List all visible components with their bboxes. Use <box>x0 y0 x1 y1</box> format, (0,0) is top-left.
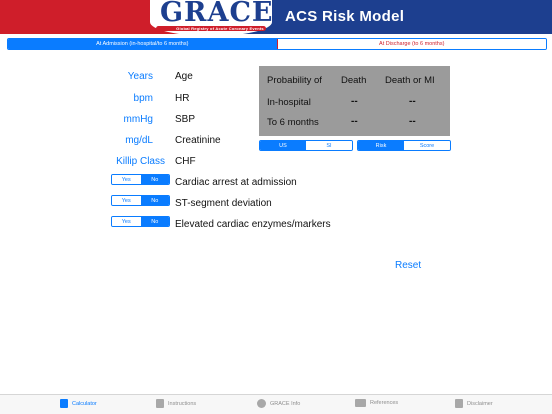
results-header-probability: Probability of <box>267 75 322 86</box>
hr-label: HR <box>175 93 190 104</box>
st-deviation-no[interactable]: No <box>140 196 169 205</box>
tab-grace-info[interactable]: GRACE Info <box>257 399 300 408</box>
bottom-tab-bar: Calculator Instructions GRACE Info Refer… <box>0 394 552 414</box>
results-panel: Probability of Death Death or MI In-hosp… <box>259 66 450 136</box>
cardiac-enzymes-no[interactable]: No <box>140 217 169 226</box>
reset-button[interactable]: Reset <box>395 260 421 271</box>
tab-grace-info-label: GRACE Info <box>270 400 301 407</box>
age-unit-button[interactable]: Years <box>89 71 153 82</box>
tab-references-label: References <box>370 400 399 406</box>
six-months-death-value: -- <box>351 116 358 127</box>
tab-disclaimer-label: Disclaimer <box>467 400 493 407</box>
cardiac-arrest-no[interactable]: No <box>140 175 169 184</box>
logo-subtitle: Global Registry of Acute Coronary Events <box>176 26 264 31</box>
output-risk-option[interactable]: Risk <box>358 141 404 150</box>
results-row-in-hospital: In-hospital <box>267 97 311 108</box>
grace-logo: GRACE <box>160 0 274 28</box>
book-icon <box>355 399 366 407</box>
tab-at-admission[interactable]: At Admission (in-hospital/to 6 months) <box>8 39 277 49</box>
header-blue-band <box>0 0 552 34</box>
cardiac-enzymes-label: Elevated cardiac enzymes/markers <box>175 219 331 230</box>
tab-disclaimer[interactable]: Disclaimer <box>455 399 493 408</box>
age-label: Age <box>175 71 193 82</box>
document-icon <box>156 399 164 408</box>
creatinine-label: Creatinine <box>175 135 221 146</box>
creatinine-unit-button[interactable]: mg/dL <box>89 135 153 146</box>
in-hospital-death-or-mi-value: -- <box>409 96 416 107</box>
mode-segmented-control: At Admission (in-hospital/to 6 months) A… <box>7 38 547 50</box>
results-header-death: Death <box>341 75 367 86</box>
cardiac-arrest-yes[interactable]: Yes <box>112 175 141 184</box>
tab-references[interactable]: References <box>355 399 398 407</box>
cardiac-enzymes-toggle: Yes No <box>111 216 170 227</box>
units-segmented-control: US SI <box>259 140 353 151</box>
cardiac-arrest-toggle: Yes No <box>111 174 170 185</box>
killip-class-button[interactable]: Killip Class <box>101 156 165 167</box>
tab-calculator-label: Calculator <box>72 400 97 407</box>
tab-calculator[interactable]: Calculator <box>60 399 97 408</box>
results-row-to-6-months: To 6 months <box>267 117 319 128</box>
units-si-option[interactable]: SI <box>306 141 352 150</box>
st-deviation-toggle: Yes No <box>111 195 170 206</box>
sbp-label: SBP <box>175 114 196 125</box>
sbp-unit-button[interactable]: mmHg <box>89 114 153 125</box>
output-score-option[interactable]: Score <box>404 141 450 150</box>
six-months-death-or-mi-value: -- <box>409 116 416 127</box>
st-deviation-yes[interactable]: Yes <box>112 196 141 205</box>
chf-label: CHF <box>175 156 196 167</box>
page-title: ACS Risk Model <box>285 8 405 25</box>
st-deviation-label: ST-segment deviation <box>175 198 272 209</box>
cardiac-arrest-label: Cardiac arrest at admission <box>175 177 297 188</box>
app-header: GRACE Global Registry of Acute Coronary … <box>0 0 552 36</box>
hr-unit-button[interactable]: bpm <box>89 93 153 104</box>
tab-instructions[interactable]: Instructions <box>156 399 196 408</box>
results-header-death-or-mi: Death or MI <box>385 75 435 86</box>
cardiac-enzymes-yes[interactable]: Yes <box>112 217 141 226</box>
in-hospital-death-value: -- <box>351 96 358 107</box>
tab-at-discharge[interactable]: At Discharge (to 6 months) <box>276 39 546 49</box>
info-icon <box>257 399 266 408</box>
calculator-icon <box>60 399 68 408</box>
output-segmented-control: Risk Score <box>357 140 451 151</box>
page-icon <box>455 399 463 408</box>
units-us-option[interactable]: US <box>260 141 306 150</box>
tab-instructions-label: Instructions <box>168 400 197 407</box>
